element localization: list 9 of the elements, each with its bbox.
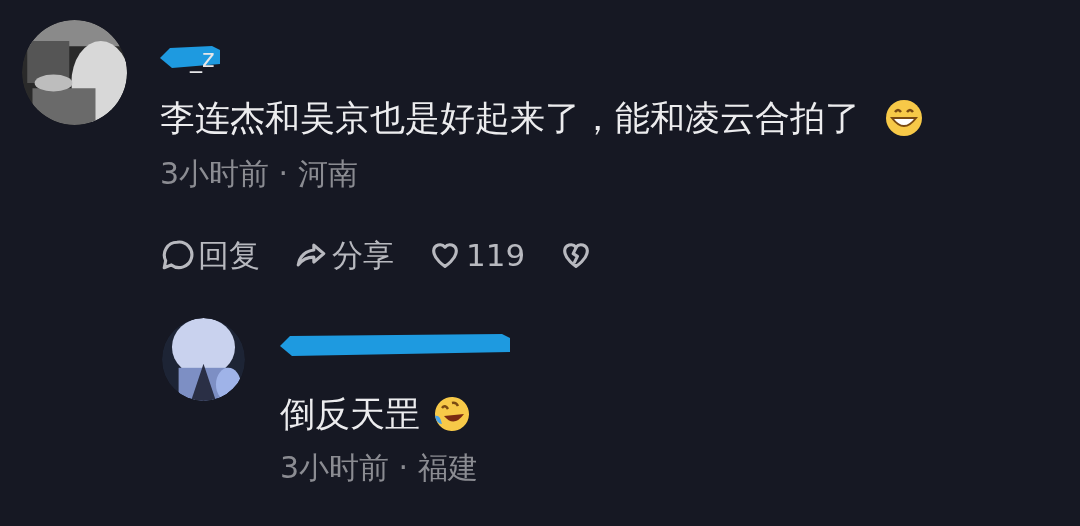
speech-bubble-icon: [160, 237, 194, 272]
comment-text: 李连杰和吴京也是好起来了，能和凌云合拍了: [160, 97, 860, 140]
share-button[interactable]: 分享: [294, 231, 394, 278]
reply-button[interactable]: 回复: [160, 231, 260, 278]
comment-meta: 3小时前 · 河南: [160, 154, 358, 193]
grinning-emoji-icon: [884, 98, 924, 139]
like-button[interactable]: 119: [428, 231, 526, 278]
reply-text: 倒反天罡: [280, 393, 420, 436]
reply-meta: 3小时前 · 福建: [280, 448, 478, 487]
